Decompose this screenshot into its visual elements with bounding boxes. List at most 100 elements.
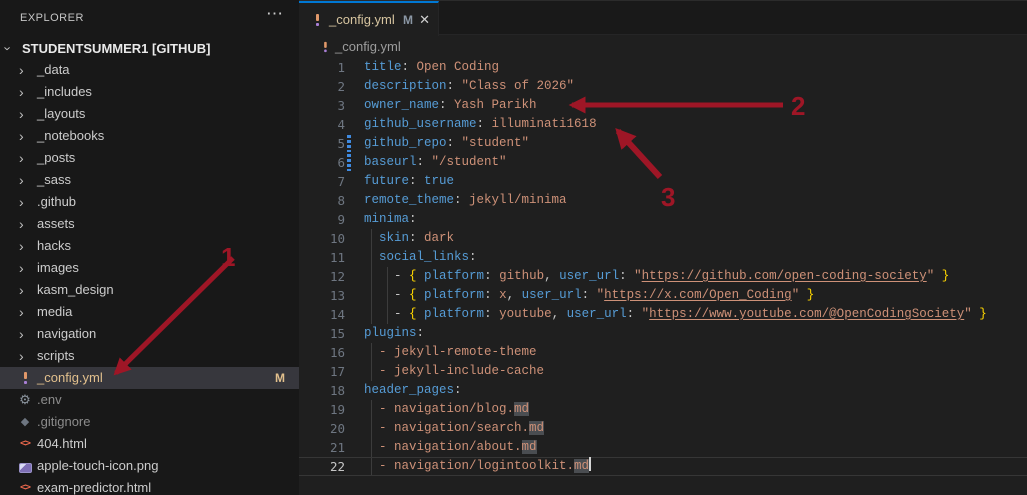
folder-label: _includes	[37, 81, 92, 103]
file-row-404-html[interactable]: <>404.html	[0, 433, 299, 455]
folder-label: _layouts	[37, 103, 85, 125]
code-text: - jekyll-remote-theme	[364, 343, 537, 362]
editor-group: _config.yml M ✕ _config.yml 1title: Open…	[299, 0, 1027, 495]
code-area[interactable]: 1title: Open Coding2description: "Class …	[299, 58, 1027, 495]
code-line-3[interactable]: 3owner_name: Yash Parikh	[299, 96, 1027, 115]
folder-row-media[interactable]: ›media	[0, 301, 299, 323]
folder-row-layouts[interactable]: › _layouts	[0, 103, 299, 125]
line-number: 21	[299, 438, 345, 457]
explorer-header: EXPLORER ⋯	[0, 0, 299, 35]
chevron-right-icon: ›	[19, 103, 24, 125]
vscode-window: EXPLORER ⋯ › STUDENTSUMMER1 [GITHUB] ›_d…	[0, 0, 1027, 495]
code-text: - jekyll-include-cache	[364, 362, 544, 381]
line-number: 16	[299, 343, 345, 362]
chevron-right-icon: ›	[19, 147, 24, 169]
line-number: 15	[299, 324, 345, 343]
folder-row-posts[interactable]: › _posts	[0, 147, 299, 169]
code-line-6[interactable]: 6baseurl: "/student"	[299, 153, 1027, 172]
html-file-icon: <>	[17, 480, 33, 495]
code-line-20[interactable]: 20 - navigation/search.md	[299, 419, 1027, 438]
code-text: description: "Class of 2026"	[364, 77, 574, 96]
line-number: 22	[299, 457, 345, 476]
line-number: 4	[299, 115, 345, 134]
code-text: - navigation/search.md	[364, 419, 544, 438]
code-text: - { platform: x, user_url: "https://x.co…	[364, 286, 814, 305]
code-line-8[interactable]: 8remote_theme: jekyll/minima	[299, 191, 1027, 210]
line-number: 8	[299, 191, 345, 210]
chevron-right-icon: ›	[19, 169, 24, 191]
code-line-11[interactable]: 11 social_links:	[299, 248, 1027, 267]
folder-row-includes[interactable]: › _includes	[0, 81, 299, 103]
folder-label: kasm_design	[37, 279, 114, 301]
tab-label: _config.yml	[329, 12, 395, 27]
more-actions-icon[interactable]: ⋯	[266, 4, 283, 24]
folder-row-github[interactable]: ›.github	[0, 191, 299, 213]
breadcrumb-filename: _config.yml	[335, 39, 401, 54]
code-text: github_username: illuminati1618	[364, 115, 597, 134]
code-line-10[interactable]: 10 skin: dark	[299, 229, 1027, 248]
gutter-modified-indicator	[347, 154, 351, 171]
folder-row-hacks[interactable]: ›hacks	[0, 235, 299, 257]
gutter-modified-indicator	[347, 135, 351, 152]
code-line-5[interactable]: 5github_repo: "student"	[299, 134, 1027, 153]
folder-row-assets[interactable]: › assets	[0, 213, 299, 235]
code-text: - navigation/about.md	[364, 438, 537, 457]
line-number: 18	[299, 381, 345, 400]
code-line-21[interactable]: 21 - navigation/about.md	[299, 438, 1027, 457]
code-line-9[interactable]: 9 minima:	[299, 210, 1027, 229]
code-line-13[interactable]: 13 - { platform: x, user_url: "https://x…	[299, 286, 1027, 305]
file-row-gitignore[interactable]: ◆.gitignore	[0, 411, 299, 433]
file-row-config-yml[interactable]: _config.ymlM	[0, 367, 299, 389]
code-line-16[interactable]: 16 - jekyll-remote-theme	[299, 343, 1027, 362]
code-line-4[interactable]: 4 github_username: illuminati1618	[299, 115, 1027, 134]
text-cursor	[589, 457, 591, 471]
tab-config-yml[interactable]: _config.yml M ✕	[299, 1, 439, 36]
code-line-7[interactable]: 7future: true	[299, 172, 1027, 191]
folder-row-notebooks[interactable]: ›_notebooks	[0, 125, 299, 147]
folder-label: .github	[37, 191, 76, 213]
line-number: 9	[299, 210, 345, 229]
line-number: 12	[299, 267, 345, 286]
folder-label: assets	[37, 213, 75, 235]
chevron-right-icon: ›	[19, 213, 24, 235]
code-line-1[interactable]: 1title: Open Coding	[299, 58, 1027, 77]
file-label: 404.html	[37, 433, 87, 455]
code-text: - { platform: youtube, user_url: "https:…	[364, 305, 987, 324]
folder-row-data[interactable]: ›_data	[0, 59, 299, 81]
yaml-file-icon	[17, 370, 33, 386]
code-line-15[interactable]: 15plugins:	[299, 324, 1027, 343]
folder-label: images	[37, 257, 79, 279]
html-file-icon: <>	[17, 436, 33, 452]
folder-row-images[interactable]: ›images	[0, 257, 299, 279]
image-file-icon	[17, 458, 33, 474]
code-line-2[interactable]: 2description: "Class of 2026"	[299, 77, 1027, 96]
code-text: future: true	[364, 172, 454, 191]
workspace-root-row[interactable]: › STUDENTSUMMER1 [GITHUB]	[0, 38, 299, 60]
line-number: 1	[299, 58, 345, 77]
breadcrumb[interactable]: _config.yml	[299, 36, 1027, 58]
folder-row-navigation[interactable]: › navigation	[0, 323, 299, 345]
chevron-right-icon: ›	[19, 279, 24, 301]
file-row-exam-predictor-html[interactable]: <>exam-predictor.html	[0, 477, 299, 495]
folder-label: _posts	[37, 147, 75, 169]
code-line-18[interactable]: 18header_pages:	[299, 381, 1027, 400]
code-line-19[interactable]: 19 - navigation/blog.md	[299, 400, 1027, 419]
folder-label: navigation	[37, 323, 96, 345]
chevron-down-icon: ›	[1, 46, 16, 50]
code-line-22[interactable]: 22 - navigation/logintoolkit.md	[299, 457, 1027, 476]
folder-row-kasm-design[interactable]: › kasm_design	[0, 279, 299, 301]
code-line-17[interactable]: 17 - jekyll-include-cache	[299, 362, 1027, 381]
file-row-apple-touch-icon-png[interactable]: apple-touch-icon.png	[0, 455, 299, 477]
close-icon[interactable]: ✕	[419, 12, 430, 28]
line-number: 13	[299, 286, 345, 305]
code-line-12[interactable]: 12 - { platform: github, user_url: "http…	[299, 267, 1027, 286]
code-text: - navigation/logintoolkit.md	[364, 457, 591, 476]
file-row-env[interactable]: ⚙.env	[0, 389, 299, 411]
code-line-14[interactable]: 14 - { platform: youtube, user_url: "htt…	[299, 305, 1027, 324]
chevron-right-icon: ›	[19, 323, 24, 345]
yaml-file-icon	[318, 40, 332, 54]
folder-row-scripts[interactable]: ›scripts	[0, 345, 299, 367]
folder-row-sass[interactable]: ›_sass	[0, 169, 299, 191]
code-text: minima:	[364, 210, 417, 229]
chevron-right-icon: ›	[19, 81, 24, 103]
